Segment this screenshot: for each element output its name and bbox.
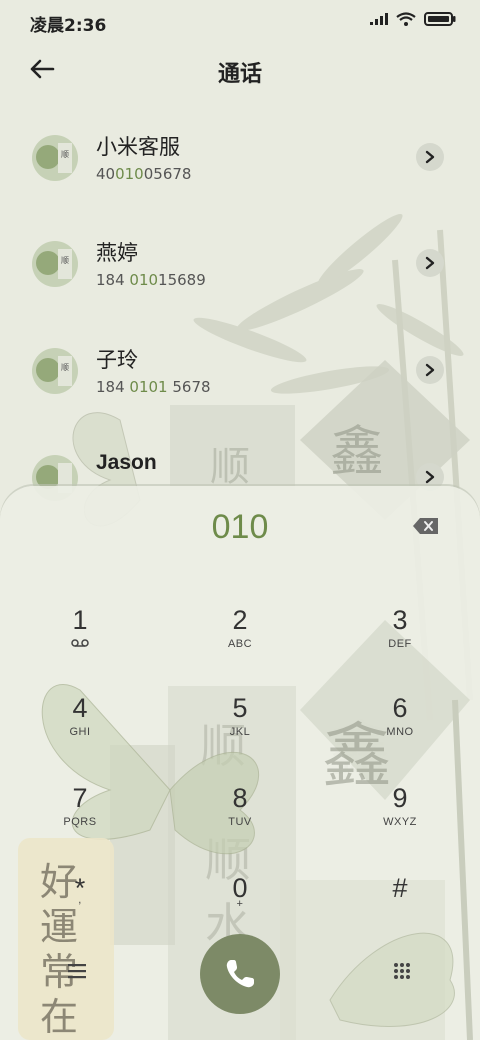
menu-button[interactable] (66, 962, 88, 984)
call-button[interactable] (200, 934, 280, 1014)
backspace-icon (413, 518, 438, 534)
dialpad-toggle-button[interactable] (392, 962, 412, 986)
avatar: 顺 (32, 348, 78, 394)
contact-name: 小米客服 (96, 135, 180, 159)
svg-text:顺: 顺 (61, 256, 69, 265)
contact-number: 4001005678 (96, 165, 192, 183)
phone-icon (226, 960, 254, 988)
menu-icon (68, 964, 86, 979)
svg-text:顺: 顺 (61, 150, 69, 159)
battery-icon (424, 12, 456, 26)
dial-key-0[interactable]: 0 + (180, 872, 300, 942)
contact-name: 子玲 (96, 348, 138, 372)
contact-row[interactable]: 顺 燕婷 184 01015689 (0, 219, 480, 309)
dialed-number: 010 (211, 508, 269, 546)
contact-detail-button[interactable] (416, 249, 444, 277)
contact-name: 燕婷 (96, 241, 138, 265)
dialpad-panel: 鑫 顺 顺 水 好 運 常 在 010 1 2 ABC 3 DEF 4 GHI (0, 486, 480, 1040)
dial-key-7[interactable]: 7 PQRS (20, 782, 140, 852)
dial-key-1[interactable]: 1 (20, 604, 140, 674)
dial-key-8[interactable]: 8 TUV (180, 782, 300, 852)
dial-key-star[interactable]: * , (20, 872, 140, 942)
contact-number: 184 01015689 (96, 271, 206, 289)
svg-text:顺: 顺 (61, 363, 69, 372)
chevron-right-icon (425, 256, 435, 270)
chevron-right-icon (425, 363, 435, 377)
contact-row[interactable]: 顺 小米客服 4001005678 (0, 113, 480, 203)
avatar: 顺 (32, 135, 78, 181)
wifi-icon (396, 12, 416, 26)
chevron-right-icon (425, 150, 435, 164)
status-time: 凌晨2:36 (30, 16, 107, 36)
contact-detail-button[interactable] (416, 143, 444, 171)
contact-detail-button[interactable] (416, 356, 444, 384)
avatar: 顺 (32, 241, 78, 287)
page-title: 通话 (217, 62, 262, 87)
contact-number: 184 0101 5678 (96, 378, 211, 396)
status-icons (370, 12, 456, 26)
voicemail-icon (20, 638, 140, 651)
dial-key-5[interactable]: 5 JKL (180, 692, 300, 762)
status-bar: 凌晨2:36 (0, 0, 480, 40)
dial-key-9[interactable]: 9 WXYZ (340, 782, 460, 852)
dialpad-grid-icon (394, 963, 410, 979)
dial-key-6[interactable]: 6 MNO (340, 692, 460, 762)
svg-text:在: 在 (40, 995, 78, 1039)
backspace-button[interactable] (412, 516, 440, 536)
dial-key-3[interactable]: 3 DEF (340, 604, 460, 674)
signal-icon (370, 13, 388, 25)
dial-key-2[interactable]: 2 ABC (180, 604, 300, 674)
header: 通话 (0, 48, 480, 92)
contact-name: Jason (96, 451, 157, 474)
dial-key-4[interactable]: 4 GHI (20, 692, 140, 762)
contact-row[interactable]: 顺 子玲 184 0101 5678 (0, 326, 480, 416)
dial-key-hash[interactable]: # (340, 872, 460, 942)
chevron-right-icon (425, 470, 435, 484)
